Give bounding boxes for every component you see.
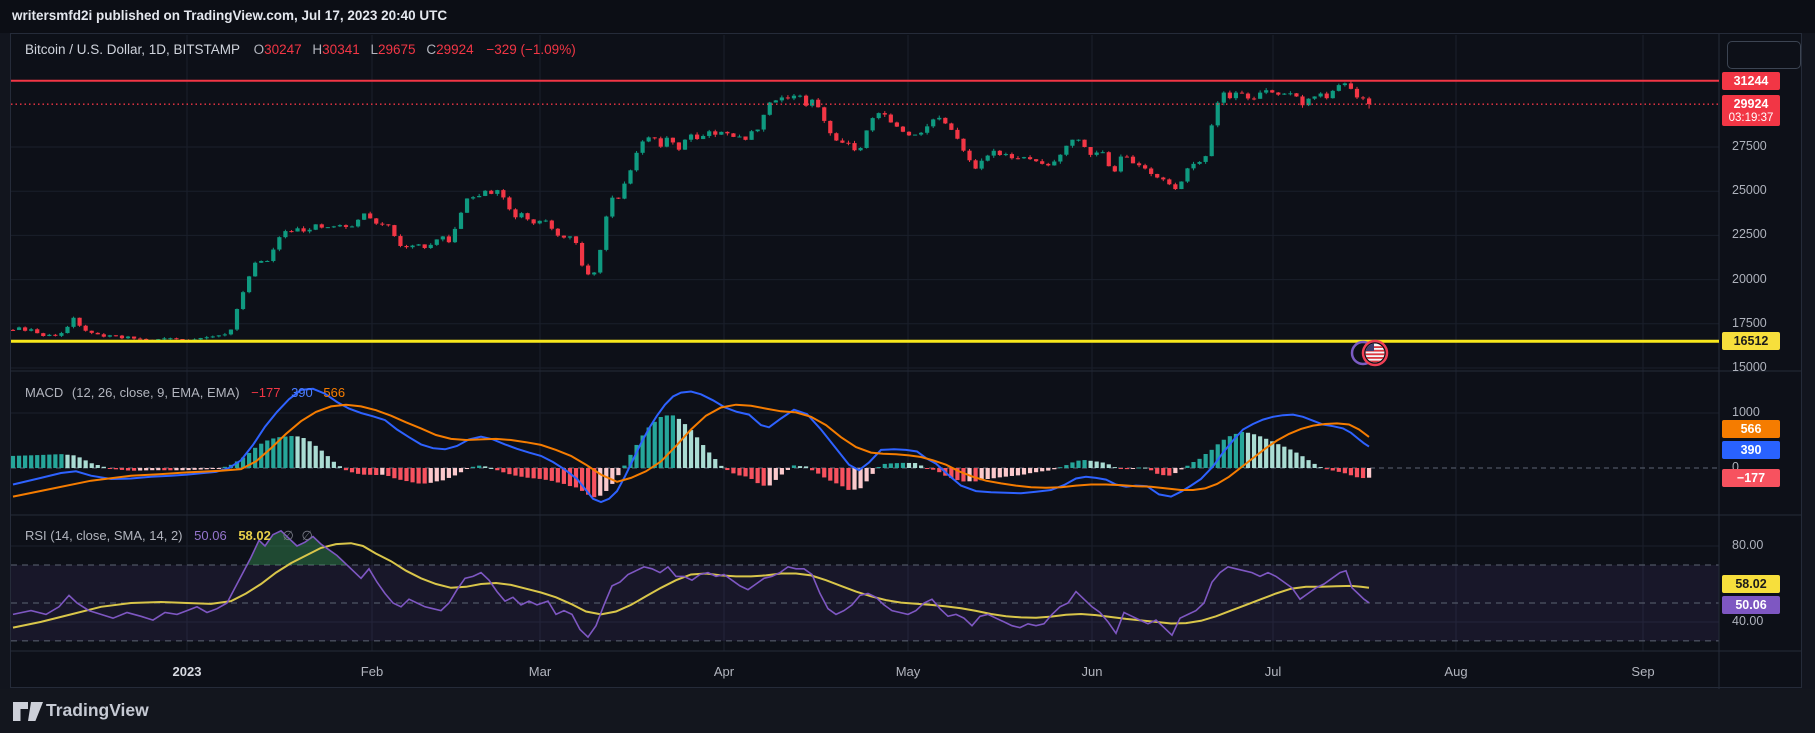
symbol-title: Bitcoin / U.S. Dollar, 1D, BITSTAMP xyxy=(25,42,240,57)
tradingview-logo-icon[interactable] xyxy=(12,698,44,724)
rsi-band-lower: ∅ xyxy=(301,529,312,544)
low-label: L xyxy=(370,42,378,57)
change-value: −329 (−1.09%) xyxy=(486,42,575,57)
open-value: 30247 xyxy=(264,42,302,57)
macd-title: MACD xyxy=(25,385,63,400)
page: writersmfd2i published on TradingView.co… xyxy=(0,0,1815,733)
price-levels xyxy=(11,81,1719,341)
candlestick-series xyxy=(11,81,1371,342)
rsi-sma-value: 58.02 xyxy=(238,528,271,543)
rsi-legend: RSI (14, close, SMA, 14, 2) 50.06 58.02 … xyxy=(25,528,313,544)
economic-event-icon[interactable] xyxy=(1352,341,1387,365)
macd-line-value: 390 xyxy=(291,385,313,400)
macd-pane xyxy=(11,389,1371,502)
close-value: 29924 xyxy=(436,42,474,57)
macd-hist-value: −177 xyxy=(251,385,280,400)
publish-text: writersmfd2i published on TradingView.co… xyxy=(12,8,447,23)
price-scale-chip[interactable] xyxy=(1727,41,1801,69)
tradingview-brand[interactable]: TradingView xyxy=(46,700,149,721)
rsi-value: 50.06 xyxy=(194,528,227,543)
close-label: C xyxy=(426,42,436,57)
footer-bar: TradingView xyxy=(0,689,1815,733)
open-label: O xyxy=(254,42,265,57)
rsi-title: RSI (14, close, SMA, 14, 2) xyxy=(25,528,183,543)
low-value: 29675 xyxy=(378,42,416,57)
high-value: 30341 xyxy=(322,42,360,57)
price-legend: Bitcoin / U.S. Dollar, 1D, BITSTAMP O302… xyxy=(25,42,576,57)
publish-bar: writersmfd2i published on TradingView.co… xyxy=(0,0,1815,33)
high-label: H xyxy=(312,42,322,57)
chart-canvas xyxy=(11,34,1803,689)
rsi-band-upper: ∅ xyxy=(282,529,293,544)
macd-legend: MACD (12, 26, close, 9, EMA, EMA) −177 3… xyxy=(25,385,345,400)
macd-signal-value: 566 xyxy=(323,385,345,400)
vertical-gridlines xyxy=(187,35,1643,651)
macd-params: (12, 26, close, 9, EMA, EMA) xyxy=(72,385,240,400)
chart-widget: 2750025000225002000017500150001000080.00… xyxy=(10,33,1802,688)
